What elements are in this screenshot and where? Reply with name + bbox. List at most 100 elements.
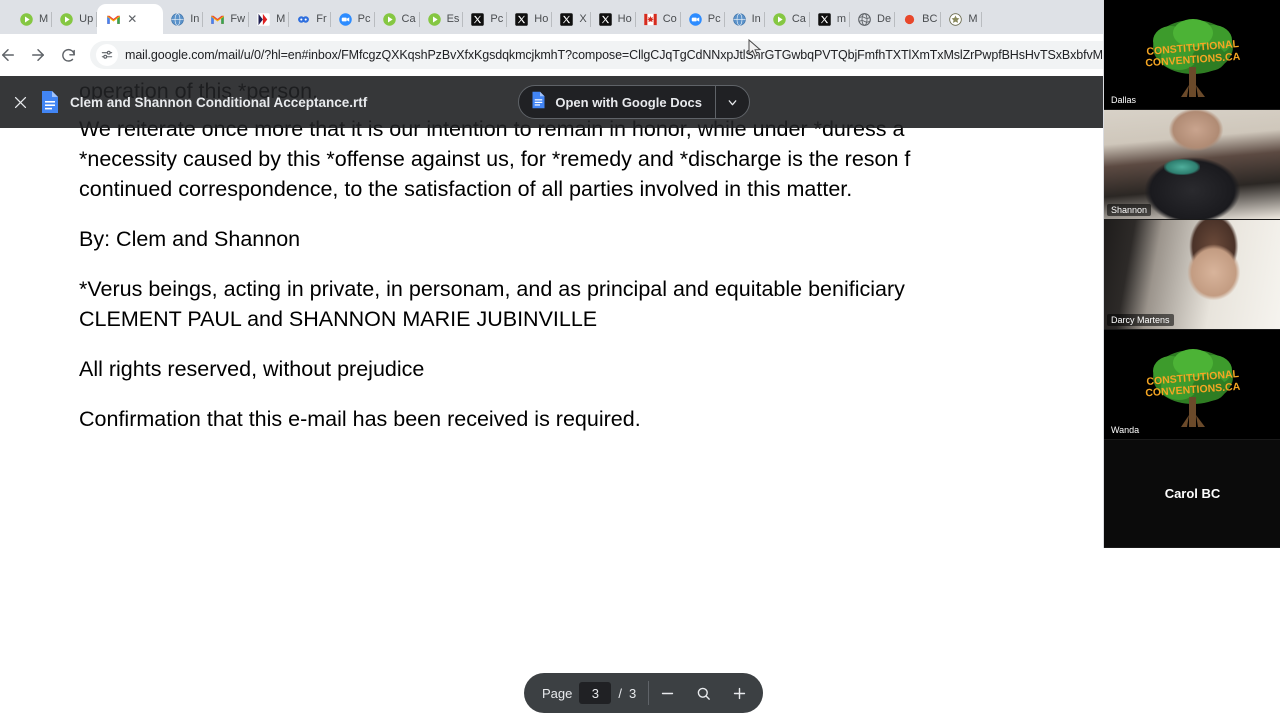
tab-title: Pc — [707, 13, 721, 25]
browser-tab-6[interactable]: Fr — [289, 4, 331, 34]
tab-title: Fr — [316, 13, 327, 25]
page-separator: / — [618, 685, 622, 701]
rumble-icon — [427, 12, 442, 27]
open-with-google-docs-main[interactable]: Open with Google Docs — [519, 86, 715, 118]
participant-name-label: Wanda — [1107, 424, 1144, 436]
video-tile-wanda[interactable]: CONSTITUTIONAL CONVENTIONS.CA Wanda — [1104, 330, 1280, 440]
tab-title: m — [836, 13, 847, 25]
zoom-out-button[interactable] — [649, 677, 685, 709]
browser-tab-1[interactable]: Up — [52, 4, 98, 34]
zoom-reset-button[interactable] — [685, 677, 721, 709]
x-icon — [514, 12, 529, 27]
back-button[interactable] — [0, 41, 22, 69]
participant-video-feed — [1104, 110, 1280, 219]
x-icon — [559, 12, 574, 27]
tab-title: M — [39, 13, 49, 25]
browser-tab-15[interactable]: Pc — [681, 4, 725, 34]
browser-tab-7[interactable]: Pc — [331, 4, 375, 34]
browser-tab-21[interactable]: M — [941, 4, 982, 34]
browser-tab-9[interactable]: Es — [420, 4, 464, 34]
tab-title: Ca — [791, 13, 806, 25]
tab-title: Pc — [357, 13, 371, 25]
tab-title: Pc — [490, 13, 504, 25]
document-line: Confirmation that this e-mail has been r… — [79, 407, 641, 431]
zoom-icon — [338, 12, 353, 27]
document-line: By: Clem and Shannon — [79, 227, 301, 251]
browser-tab-0[interactable]: M — [12, 4, 53, 34]
document-paragraph-2: *Verus beings, acting in private, in per… — [79, 274, 1209, 334]
tab-title: Up — [79, 13, 94, 25]
tab-title: Ho — [534, 13, 549, 25]
total-pages: 3 — [629, 685, 637, 701]
page-zoom-toolbar: Page 3 / 3 — [524, 673, 764, 713]
participant-name-label: Shannon — [1107, 204, 1152, 216]
participant-name-label: Dallas — [1107, 94, 1141, 106]
canada-icon — [643, 12, 658, 27]
x-icon — [817, 12, 832, 27]
browser-tab-18[interactable]: m — [810, 4, 851, 34]
browser-tab-19[interactable]: De — [850, 4, 896, 34]
zoom-in-button[interactable] — [721, 677, 757, 709]
document-line: continued correspondence, to the satisfa… — [79, 177, 853, 201]
site-settings-icon[interactable] — [96, 44, 118, 66]
tab-title: Ca — [401, 13, 416, 25]
rumble-icon — [59, 12, 74, 27]
video-tile-dallas[interactable]: CONSTITUTIONAL CONVENTIONS.CA Dallas — [1104, 0, 1280, 110]
tab-strip: M Up ✕ In Fw M Fr Pc Ca Es Pc Ho X Ho Co Pc In Ca m De BC M — [0, 0, 1280, 34]
browser-tab-10[interactable]: Pc — [463, 4, 508, 34]
page-number-input[interactable]: 3 — [579, 682, 612, 704]
video-tile-shannon[interactable]: Shannon — [1104, 110, 1280, 220]
browser-tab-3[interactable]: In — [163, 4, 204, 34]
participant-name-label: Carol BC — [1164, 486, 1221, 501]
attachment-toolbar: Clem and Shannon Conditional Acceptance.… — [0, 76, 1280, 128]
video-tile-darcy-martens[interactable]: Darcy Martens — [1104, 220, 1280, 330]
close-icon[interactable] — [0, 76, 40, 128]
browser-tab-12[interactable]: X — [552, 4, 591, 34]
page-group: Page 3 / 3 — [530, 682, 648, 704]
browser-tab-5[interactable]: M — [249, 4, 290, 34]
browser-tab-2[interactable]: ✕ — [97, 4, 164, 34]
google-docs-icon — [531, 91, 546, 114]
browser-tab-20[interactable]: BC — [895, 4, 942, 34]
browser-tab-17[interactable]: Ca — [765, 4, 810, 34]
participant-logo: CONSTITUTIONAL CONVENTIONS.CA — [1104, 0, 1280, 109]
gmail-icon — [210, 12, 225, 27]
browser-tab-16[interactable]: In — [725, 4, 765, 34]
attachment-file-name: Clem and Shannon Conditional Acceptance.… — [70, 94, 368, 110]
browser-tab-4[interactable]: Fw — [203, 4, 250, 34]
tab-title: BC — [922, 13, 938, 25]
x-icon — [598, 12, 613, 27]
browser-tab-13[interactable]: Ho — [591, 4, 636, 34]
video-tiles: CONSTITUTIONAL CONVENTIONS.CA Dallas Shanno… — [1104, 0, 1280, 548]
chevron-down-icon[interactable] — [716, 86, 749, 118]
browser-tab-11[interactable]: Ho — [507, 4, 553, 34]
x-icon — [470, 12, 485, 27]
tab-title: De — [877, 13, 892, 25]
video-tile-carol-bc[interactable]: Carol BC — [1104, 440, 1280, 548]
address-bar[interactable]: mail.google.com/mail/u/0/?hl=en#inbox/FM… — [90, 41, 1272, 69]
browser-toolbar: mail.google.com/mail/u/0/?hl=en#inbox/FM… — [0, 34, 1280, 76]
who-icon — [732, 12, 747, 27]
document-line: *necessity caused by this *offense again… — [79, 147, 911, 171]
page-label: Page — [542, 685, 573, 701]
reload-button[interactable] — [54, 41, 82, 69]
tab-separator — [980, 12, 982, 27]
document-paragraph-4: Confirmation that this e-mail has been r… — [79, 404, 1209, 434]
tab-title: X — [579, 13, 587, 25]
tab-close-icon[interactable]: ✕ — [127, 13, 137, 25]
document-line: *Verus beings, acting in private, in per… — [79, 277, 905, 301]
rumble-icon — [19, 12, 34, 27]
who-icon — [170, 12, 185, 27]
document-line: CLEMENT PAUL and SHANNON MARIE JUBINVILL… — [79, 307, 598, 331]
odysee-icon — [296, 12, 311, 27]
browser-tab-14[interactable]: Co — [636, 4, 681, 34]
browser-tab-8[interactable]: Ca — [375, 4, 420, 34]
video-participant-panel: CONSTITUTIONAL CONVENTIONS.CA Dallas Shanno… — [1103, 0, 1280, 548]
crest-icon — [948, 12, 963, 27]
open-with-google-docs-button[interactable]: Open with Google Docs — [518, 85, 750, 119]
tab-title: Es — [446, 13, 460, 25]
forward-button[interactable] — [24, 41, 52, 69]
url-text: mail.google.com/mail/u/0/?hl=en#inbox/FM… — [125, 48, 1169, 62]
document-paragraph-1: By: Clem and Shannon — [79, 224, 1209, 254]
red-dot-icon — [902, 12, 917, 27]
